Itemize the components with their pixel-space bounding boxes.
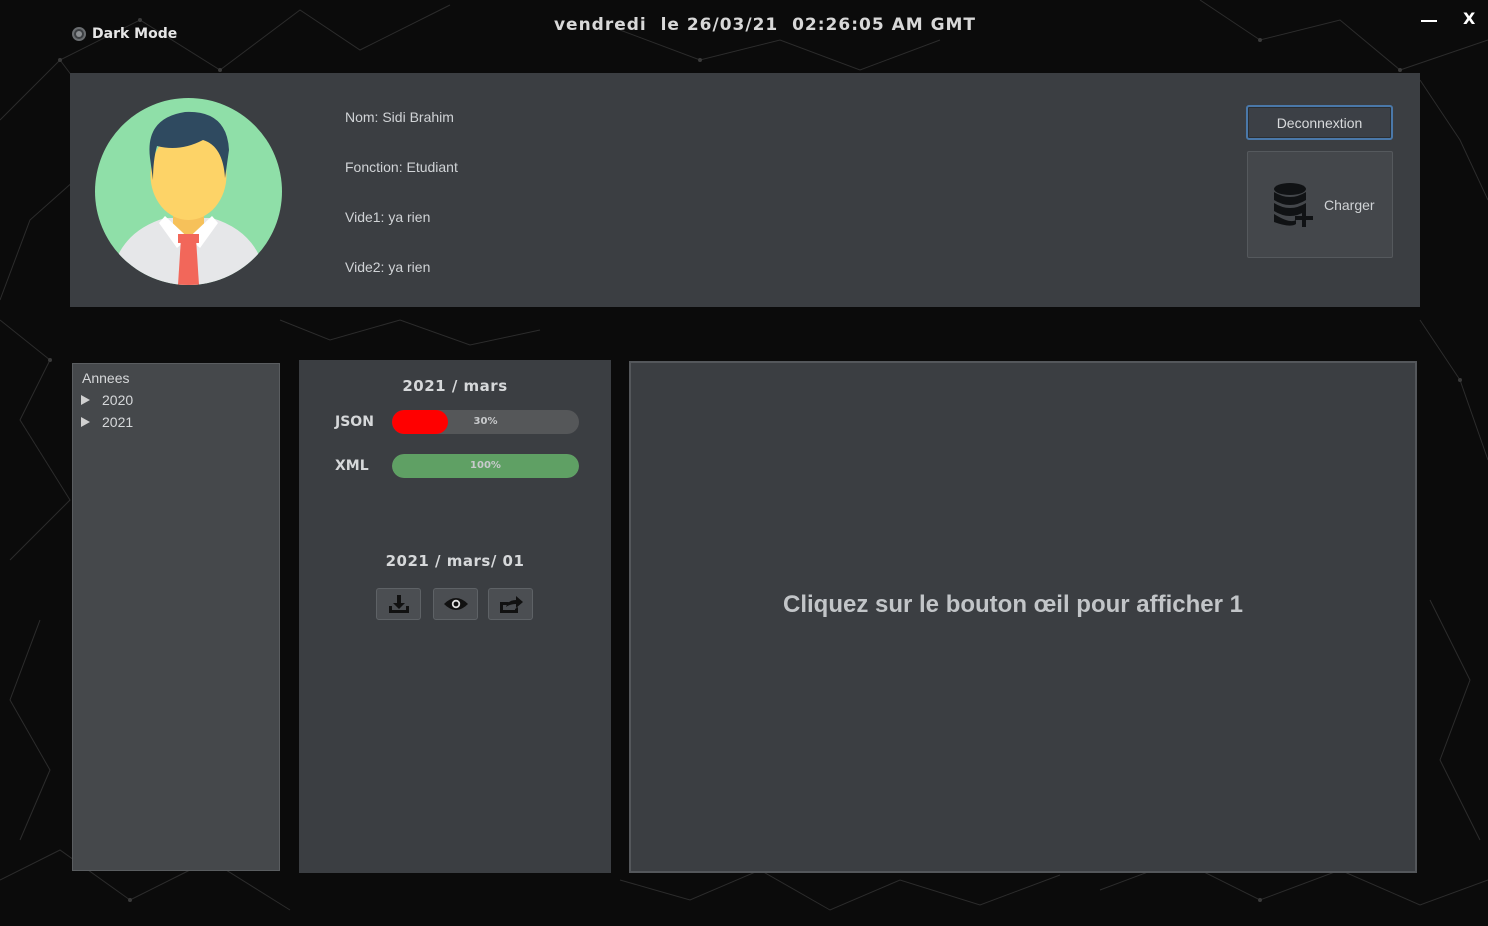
- download-button[interactable]: [376, 588, 421, 620]
- clock-display: vendredi le 26/03/21 02:26:05 AM GMT: [553, 15, 977, 35]
- years-tree: Annees 2020 2021: [72, 363, 280, 871]
- view-button[interactable]: [433, 588, 478, 620]
- tree-item-label: 2021: [102, 414, 134, 430]
- profile-nom: Nom: Sidi Brahim: [345, 109, 454, 125]
- xml-progress-text: 100%: [470, 460, 501, 471]
- viewer-message: Cliquez sur le bouton œil pour afficher …: [782, 590, 1244, 618]
- month-title: 2021 / mars: [402, 377, 508, 395]
- json-label: JSON: [335, 414, 374, 430]
- minimize-button[interactable]: [1420, 10, 1438, 28]
- share-icon: [499, 596, 523, 613]
- month-panel: 2021 / mars JSON 30% XML 100% 2021 / mar…: [299, 360, 611, 873]
- xml-progress-bar: 100%: [392, 454, 579, 478]
- expand-arrow-icon[interactable]: [81, 417, 90, 427]
- tree-header: Annees: [82, 370, 130, 386]
- expand-arrow-icon[interactable]: [81, 395, 90, 405]
- tree-item-2020[interactable]: 2020: [81, 392, 133, 408]
- json-progress-bar: 30%: [392, 410, 579, 434]
- profile-vide2: Vide2: ya rien: [345, 259, 431, 275]
- share-button[interactable]: [488, 588, 533, 620]
- charger-button[interactable]: Charger: [1247, 151, 1393, 258]
- profile-vide1: Vide1: ya rien: [345, 209, 431, 225]
- eye-icon: [443, 598, 468, 610]
- json-progress-text: 30%: [473, 416, 498, 427]
- logout-button[interactable]: Deconnextion: [1246, 105, 1393, 140]
- day-title: 2021 / mars/ 01: [385, 552, 525, 570]
- tree-item-label: 2020: [102, 392, 134, 408]
- tree-item-2021[interactable]: 2021: [81, 414, 133, 430]
- database-add-icon: [1274, 182, 1313, 227]
- charger-label: Charger: [1324, 196, 1375, 213]
- download-icon: [388, 595, 409, 613]
- profile-fonction: Fonction: Etudiant: [345, 159, 458, 175]
- close-button[interactable]: X: [1463, 9, 1475, 28]
- user-avatar-icon: [95, 98, 282, 285]
- profile-panel: Nom: Sidi Brahim Fonction: Etudiant Vide…: [70, 73, 1420, 307]
- xml-label: XML: [335, 458, 369, 474]
- viewer-panel: Cliquez sur le bouton œil pour afficher …: [629, 361, 1417, 873]
